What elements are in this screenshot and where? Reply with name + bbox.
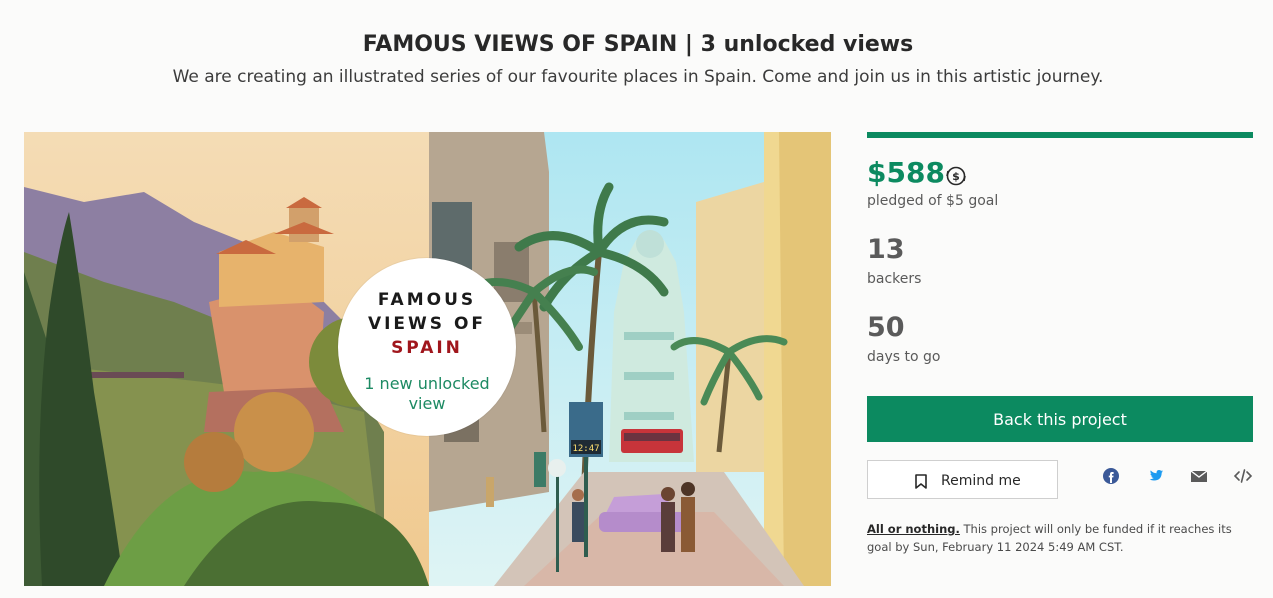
- bookmark-icon: [915, 474, 927, 493]
- funding-terms: All or nothing. This project will only b…: [867, 520, 1255, 556]
- svg-text:$: $: [952, 170, 960, 183]
- email-icon[interactable]: [1187, 464, 1211, 488]
- backers-label: backers: [867, 271, 922, 287]
- badge-unlocked-text: 1 new unlocked view: [364, 374, 490, 413]
- funding-progress-fill: [867, 132, 1253, 138]
- remind-me-label: Remind me: [941, 473, 1021, 489]
- funding-progress-bar: [867, 132, 1253, 138]
- street-clock: 12:47: [572, 444, 599, 454]
- project-hero-image[interactable]: 12:47 FAMOUS VIEWS OF SPAIN 1 new unlock…: [24, 132, 831, 586]
- days-to-go-count: 50: [867, 312, 905, 343]
- back-this-project-button[interactable]: Back this project: [867, 396, 1253, 442]
- project-subtitle: We are creating an illustrated series of…: [172, 67, 1104, 87]
- currency-conversion-icon[interactable]: $: [945, 165, 967, 191]
- days-to-go-label: days to go: [867, 349, 941, 365]
- embed-icon[interactable]: [1231, 464, 1255, 488]
- project-title: FAMOUS VIEWS OF SPAIN | 3 unlocked views: [362, 32, 914, 57]
- twitter-icon[interactable]: [1143, 464, 1167, 488]
- badge-line-views-of: VIEWS OF: [367, 314, 487, 334]
- badge-line-famous: FAMOUS: [377, 290, 477, 310]
- pledged-goal-label: pledged of $5 goal: [867, 193, 999, 209]
- pledged-amount: $588: [867, 156, 945, 189]
- hero-badge: FAMOUS VIEWS OF SPAIN 1 new unlocked vie…: [338, 258, 516, 436]
- remind-me-button[interactable]: Remind me: [867, 460, 1058, 499]
- backers-count: 13: [867, 234, 905, 265]
- facebook-icon[interactable]: [1099, 464, 1123, 488]
- badge-line-spain: SPAIN: [391, 338, 463, 358]
- all-or-nothing-link[interactable]: All or nothing.: [867, 522, 960, 536]
